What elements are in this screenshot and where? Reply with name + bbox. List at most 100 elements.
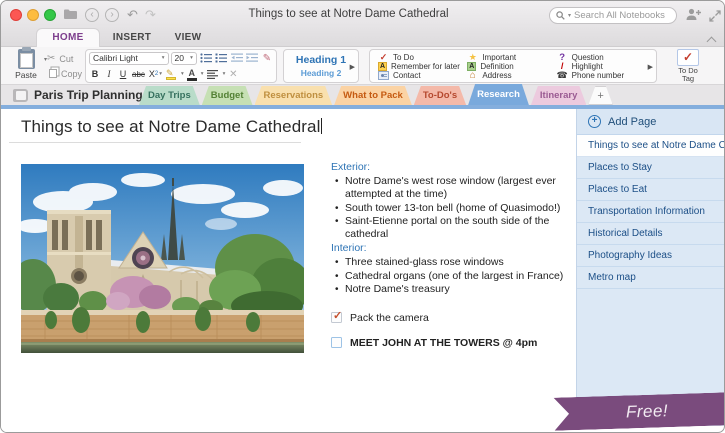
list-item[interactable]: Notre Dame's treasury (331, 283, 571, 296)
section-tab-budget[interactable]: Budget (202, 86, 253, 105)
notre-dame-photo[interactable] (21, 164, 304, 353)
search-scope-caret-icon[interactable]: ▾ (568, 12, 571, 19)
redo-icon[interactable]: ↷ (145, 6, 156, 24)
page-list-item-places-to-eat[interactable]: Places to Eat (577, 179, 724, 201)
notebooks-folder-icon[interactable] (63, 7, 78, 25)
page-list-item-photography-ideas[interactable]: Photography Ideas (577, 245, 724, 267)
tab-insert[interactable]: INSERT (109, 29, 155, 47)
section-tab-reservations[interactable]: Reservations (255, 86, 333, 105)
important-star-icon (467, 53, 478, 62)
bullet-list-button[interactable] (199, 52, 213, 65)
copy-button[interactable]: Copy (47, 66, 82, 81)
indent-button[interactable] (245, 52, 259, 65)
tag-address[interactable]: Address (467, 71, 556, 80)
list-item[interactable]: Notre Dame's west rose window (largest e… (331, 175, 571, 201)
tags-more-arrow-icon[interactable]: ▶ (648, 63, 653, 71)
paragraph-align-button[interactable] (206, 68, 220, 81)
copy-label: Copy (61, 68, 83, 79)
page-list-item-transportation[interactable]: Transportation Information (577, 201, 724, 223)
page-list-item-metro-map[interactable]: Metro map (577, 267, 724, 289)
italic-button[interactable]: I (103, 68, 115, 81)
subscript-caret-icon: ▾ (159, 71, 163, 77)
collapse-ribbon-icon[interactable] (707, 35, 716, 44)
add-section-tab[interactable]: + (588, 86, 612, 105)
list-item[interactable]: Cathedral organs (one of the largest in … (331, 270, 571, 283)
tag-highlight[interactable]: Highlight (557, 62, 646, 71)
page-list-item-current[interactable]: Things to see at Notre Dame Cath... (577, 135, 724, 157)
back-button[interactable]: ‹ (85, 8, 99, 22)
notes-block[interactable]: Exterior: Notre Dame's west rose window … (331, 161, 571, 350)
section-tab-day-trips[interactable]: Day Trips (139, 86, 200, 105)
list-item[interactable]: South tower 13-ton bell (home of Quasimo… (331, 202, 571, 215)
bold-button[interactable]: B (89, 68, 101, 81)
todo-tag-button[interactable]: ✓ To Do Tag (667, 49, 709, 83)
style-heading2[interactable]: Heading 2 (284, 68, 358, 78)
list-item[interactable]: Three stained-glass rose windows (331, 256, 571, 269)
minimize-window-button[interactable] (27, 9, 39, 21)
font-size-select[interactable]: 20 ▾ (170, 51, 197, 65)
font-family-select[interactable]: Calibri Light ▾ (89, 51, 169, 65)
list-item[interactable]: Saint-Etienne portal on the south side o… (331, 215, 571, 241)
style-heading1[interactable]: Heading 1 (284, 54, 358, 66)
forward-button[interactable]: › (105, 8, 119, 22)
tab-view[interactable]: VIEW (169, 29, 207, 47)
styles-more-arrow-icon[interactable]: ▶ (350, 63, 355, 71)
search-box[interactable]: ▾ (549, 7, 677, 24)
section-tab-research[interactable]: Research (468, 84, 529, 105)
font-family-caret-icon: ▾ (161, 55, 165, 61)
todo-label[interactable]: MEET JOHN AT THE TOWERS @ 4pm (350, 337, 537, 350)
font-color-button[interactable]: A (186, 68, 198, 81)
fullscreen-icon[interactable] (709, 9, 721, 27)
numbered-list-button[interactable] (214, 52, 228, 65)
page-title-text: Things to see at Notre Dame Cathedral (21, 117, 321, 136)
tag-remember-for-later[interactable]: Remember for later (378, 62, 467, 71)
close-window-button[interactable] (10, 9, 22, 21)
cut-button[interactable]: ✂ Cut (47, 51, 82, 66)
tag-question[interactable]: Question (557, 53, 646, 62)
page-title[interactable]: Things to see at Notre Dame Cathedral (21, 117, 323, 137)
exterior-heading: Exterior: (331, 161, 371, 173)
styles-group: Heading 1 Heading 2 ▶ (283, 49, 359, 83)
tab-home[interactable]: HOME (37, 29, 99, 47)
paste-button[interactable]: ▾ Paste (11, 47, 47, 83)
todo-checkbox-unchecked[interactable] (331, 337, 342, 349)
underline-button[interactable]: U (117, 68, 129, 81)
notebook-name: Paris Trip Planning (34, 88, 143, 102)
share-person-icon[interactable] (685, 7, 702, 27)
highlight-caret-icon[interactable]: ▾ (181, 71, 184, 77)
section-tab-what-to-pack[interactable]: What to Pack (334, 86, 412, 105)
highlight-color-button[interactable]: ✎ (165, 68, 178, 81)
address-house-icon (467, 71, 478, 80)
contact-card-icon (378, 71, 389, 80)
tag-phone-number[interactable]: Phone number (557, 71, 646, 80)
exterior-list: Notre Dame's west rose window (largest e… (331, 175, 571, 241)
clear-formatting-icon[interactable]: ✕ (227, 68, 239, 81)
tag-label: To Do (393, 53, 414, 62)
page-list-item-historical-details[interactable]: Historical Details (577, 223, 724, 245)
page-list-item-places-to-stay[interactable]: Places to Stay (577, 157, 724, 179)
tag-definition[interactable]: Definition (467, 62, 556, 71)
outdent-button[interactable] (230, 52, 244, 65)
tag-important[interactable]: Important (467, 53, 556, 62)
zoom-window-button[interactable] (44, 9, 56, 21)
tag-todo[interactable]: To Do (378, 53, 467, 62)
page-canvas[interactable]: Things to see at Notre Dame Cathedral Ex… (1, 109, 576, 432)
align-caret-icon[interactable]: ▾ (223, 71, 226, 77)
font-color-caret-icon[interactable]: ▾ (201, 71, 204, 77)
onenote-window: ‹ › ↶ ↷ Things to see at Notre Dame Cath… (0, 0, 725, 433)
todo-label[interactable]: Pack the camera (350, 312, 429, 325)
notebook-switcher[interactable]: Paris Trip Planning ▾ (34, 88, 154, 102)
tag-label: Remember for later (391, 62, 460, 71)
window-title: Things to see at Notre Dame Cathedral (248, 8, 449, 20)
section-tab-to-dos[interactable]: To-Do's (414, 86, 466, 105)
subscript-button[interactable]: X2 ▾ (148, 68, 163, 81)
todo-checkbox-checked[interactable] (331, 310, 342, 323)
format-painter-icon[interactable]: ✎ (261, 52, 273, 65)
section-tab-itinerary[interactable]: Itinerary (531, 86, 587, 105)
undo-icon[interactable]: ↶ (127, 6, 138, 24)
strikethrough-button[interactable]: abc (131, 68, 146, 81)
paste-label: Paste (15, 70, 37, 80)
search-input[interactable] (574, 10, 670, 21)
tag-contact[interactable]: Contact (378, 71, 467, 80)
add-page-button[interactable]: + Add Page (577, 109, 724, 135)
